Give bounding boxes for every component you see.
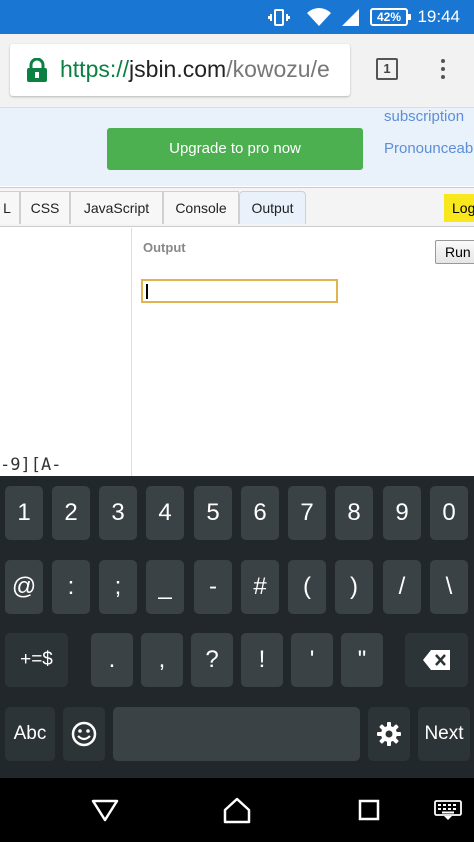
url-scheme: https:// <box>60 56 130 82</box>
subscription-link[interactable]: subscription <box>384 108 464 125</box>
key-comma[interactable]: , <box>141 633 183 687</box>
login-button[interactable]: Log <box>444 194 474 222</box>
key-underscore[interactable]: _ <box>146 560 184 614</box>
emoji-key[interactable] <box>63 707 105 761</box>
code-pane[interactable] <box>0 228 132 476</box>
backspace-icon <box>423 650 450 670</box>
text-caret <box>146 284 148 299</box>
key-slash[interactable]: / <box>383 560 421 614</box>
gear-icon <box>377 722 401 746</box>
key-5[interactable]: 5 <box>194 486 232 540</box>
home-icon[interactable] <box>223 796 251 824</box>
key-quote[interactable]: " <box>341 633 383 687</box>
battery-level: 42% <box>376 10 402 24</box>
key-open-paren[interactable]: ( <box>288 560 326 614</box>
key-8[interactable]: 8 <box>335 486 373 540</box>
key-more-symbols[interactable]: +=$ <box>5 633 68 687</box>
settings-key[interactable] <box>368 707 410 761</box>
recents-icon[interactable] <box>358 799 380 821</box>
tab-javascript[interactable]: JavaScript <box>70 191 163 224</box>
soft-keyboard: 1 2 3 4 5 6 7 8 9 0 @ : ; _ - # ( ) / \ … <box>0 476 474 778</box>
run-button[interactable]: Run <box>435 240 474 264</box>
key-semicolon[interactable]: ; <box>99 560 137 614</box>
key-9[interactable]: 9 <box>383 486 421 540</box>
emoji-icon <box>71 721 97 747</box>
key-0[interactable]: 0 <box>430 486 468 540</box>
key-question[interactable]: ? <box>191 633 233 687</box>
signal-icon <box>342 9 359 26</box>
tab-switcher-button[interactable]: 1 <box>376 58 398 80</box>
key-4[interactable]: 4 <box>146 486 184 540</box>
key-exclamation[interactable]: ! <box>241 633 283 687</box>
clock: 19:44 <box>417 7 460 26</box>
tab-console[interactable]: Console <box>163 191 239 224</box>
panel-tabs: L CSS JavaScript Console Output Log <box>0 187 474 227</box>
key-2[interactable]: 2 <box>52 486 90 540</box>
key-period[interactable]: . <box>91 633 133 687</box>
key-3[interactable]: 3 <box>99 486 137 540</box>
browser-toolbar: https://jsbin.com/kowozu/e 1 <box>0 34 474 108</box>
key-apostrophe[interactable]: ' <box>291 633 333 687</box>
lock-icon <box>27 58 47 82</box>
output-label: Output <box>143 240 186 255</box>
key-colon[interactable]: : <box>52 560 90 614</box>
code-fragment: -9][A- <box>0 455 62 475</box>
overflow-menu-icon[interactable] <box>436 56 450 84</box>
pronounceable-link[interactable]: Pronounceab <box>384 140 473 157</box>
url-text: https://jsbin.com/kowozu/e <box>60 56 330 83</box>
tab-output[interactable]: Output <box>239 191 306 224</box>
url-host: jsbin.com <box>129 56 227 82</box>
key-6[interactable]: 6 <box>241 486 279 540</box>
tab-css[interactable]: CSS <box>20 191 70 224</box>
key-abc[interactable]: Abc <box>5 707 55 761</box>
vibrate-icon <box>268 9 290 26</box>
navigation-bar <box>0 778 474 842</box>
key-close-paren[interactable]: ) <box>335 560 373 614</box>
key-1[interactable]: 1 <box>5 486 43 540</box>
tab-count: 1 <box>383 61 391 76</box>
keyboard-switch-icon[interactable] <box>434 800 462 820</box>
key-hash[interactable]: # <box>241 560 279 614</box>
url-bar[interactable]: https://jsbin.com/kowozu/e <box>10 44 350 96</box>
battery-icon: 42% <box>370 8 411 26</box>
wifi-icon <box>307 8 331 26</box>
key-minus[interactable]: - <box>194 560 232 614</box>
key-7[interactable]: 7 <box>288 486 326 540</box>
key-at[interactable]: @ <box>5 560 43 614</box>
url-path: /kowozu/e <box>226 56 330 82</box>
status-bar: 42% 19:44 <box>0 0 474 34</box>
tab-html[interactable]: L <box>0 191 20 224</box>
upgrade-button[interactable]: Upgrade to pro now <box>107 128 363 170</box>
key-next[interactable]: Next <box>418 707 470 761</box>
output-text-input[interactable] <box>141 279 338 303</box>
key-backslash[interactable]: \ <box>430 560 468 614</box>
back-icon[interactable] <box>91 798 119 822</box>
space-bar[interactable] <box>113 707 360 761</box>
backspace-key[interactable] <box>405 633 468 687</box>
